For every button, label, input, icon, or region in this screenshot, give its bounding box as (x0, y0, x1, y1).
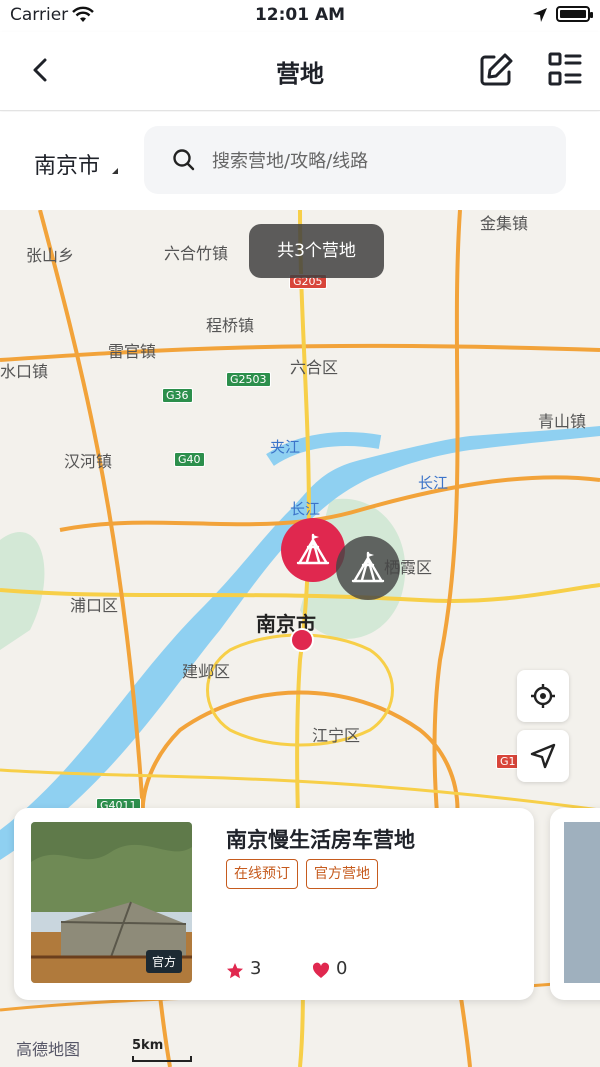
list-view-icon[interactable] (548, 52, 582, 86)
highway-shield: G1 (496, 754, 520, 769)
map-label: 浦口区 (70, 596, 119, 615)
highway-shield: G36 (162, 388, 193, 403)
map-label: 程桥镇 (206, 316, 255, 335)
rating-value: 3 (250, 958, 262, 979)
highway-shield: G40 (174, 452, 205, 467)
map-attribution: 高德地图 (16, 1040, 81, 1059)
edit-icon[interactable] (478, 52, 514, 88)
map-label: 水口镇 (0, 362, 49, 381)
tent-icon (296, 533, 330, 565)
map-label: 长江 (290, 500, 321, 518)
navigation-arrow-icon (530, 743, 556, 769)
star-icon (227, 963, 243, 979)
heart-icon[interactable] (312, 962, 330, 980)
map-scale-label: 5km (132, 1038, 164, 1053)
search-input[interactable] (210, 142, 544, 180)
map-label: 金集镇 (480, 214, 529, 233)
camp-name: 南京慢生活房车营地 (226, 828, 415, 852)
search-box[interactable] (144, 126, 566, 194)
map-label: 张山乡 (26, 246, 75, 265)
camp-photo (564, 822, 600, 983)
filter-bar: 南京市 (0, 112, 600, 210)
battery-icon (556, 6, 593, 22)
tent-icon (351, 551, 385, 583)
map-label: 汉河镇 (64, 452, 113, 471)
map-label: 雷官镇 (108, 342, 157, 361)
current-location-dot (290, 628, 314, 652)
likes-count: 0 (336, 958, 348, 979)
map-label: 六合竹镇 (164, 244, 229, 263)
map-scale-bar (132, 1056, 192, 1062)
official-badge: 官方 (145, 950, 182, 973)
map-label: 长江 (418, 474, 449, 492)
caret-down-icon[interactable] (112, 168, 118, 174)
city-selector[interactable]: 南京市 (34, 148, 100, 180)
camp-marker[interactable] (336, 536, 400, 600)
map-label: 六合区 (290, 358, 339, 377)
camp-photo: 官方 (31, 822, 192, 983)
map-view[interactable]: 金集镇 张山乡 六合竹镇 程桥镇 雷官镇 六合区 水口镇 青山镇 汉河镇 夹江 … (0, 210, 600, 1067)
search-icon (173, 149, 195, 171)
map-label: 江宁区 (312, 726, 361, 745)
clock: 12:01 AM (254, 5, 346, 25)
map-label: 青山镇 (538, 412, 587, 431)
map-label: 夹江 (270, 438, 301, 456)
camp-card[interactable]: 官方 南京慢生活房车营地 在线预订 官方营地 3 0 (14, 808, 534, 1000)
highway-shield: G2503 (226, 372, 271, 387)
map-label: 建邺区 (182, 662, 231, 681)
camp-count-pill: 共3个营地 (249, 224, 384, 278)
camp-card-next[interactable] (550, 808, 600, 1000)
tag-official-camp: 官方营地 (306, 859, 378, 889)
nav-bar: 营地 (0, 32, 600, 111)
location-arrow-icon (533, 8, 547, 22)
status-bar: Carrier 12:01 AM (0, 0, 600, 32)
locate-button[interactable] (517, 670, 569, 722)
navigate-button[interactable] (517, 730, 569, 782)
crosshair-icon (531, 684, 555, 708)
tag-online-booking: 在线预订 (226, 859, 298, 889)
